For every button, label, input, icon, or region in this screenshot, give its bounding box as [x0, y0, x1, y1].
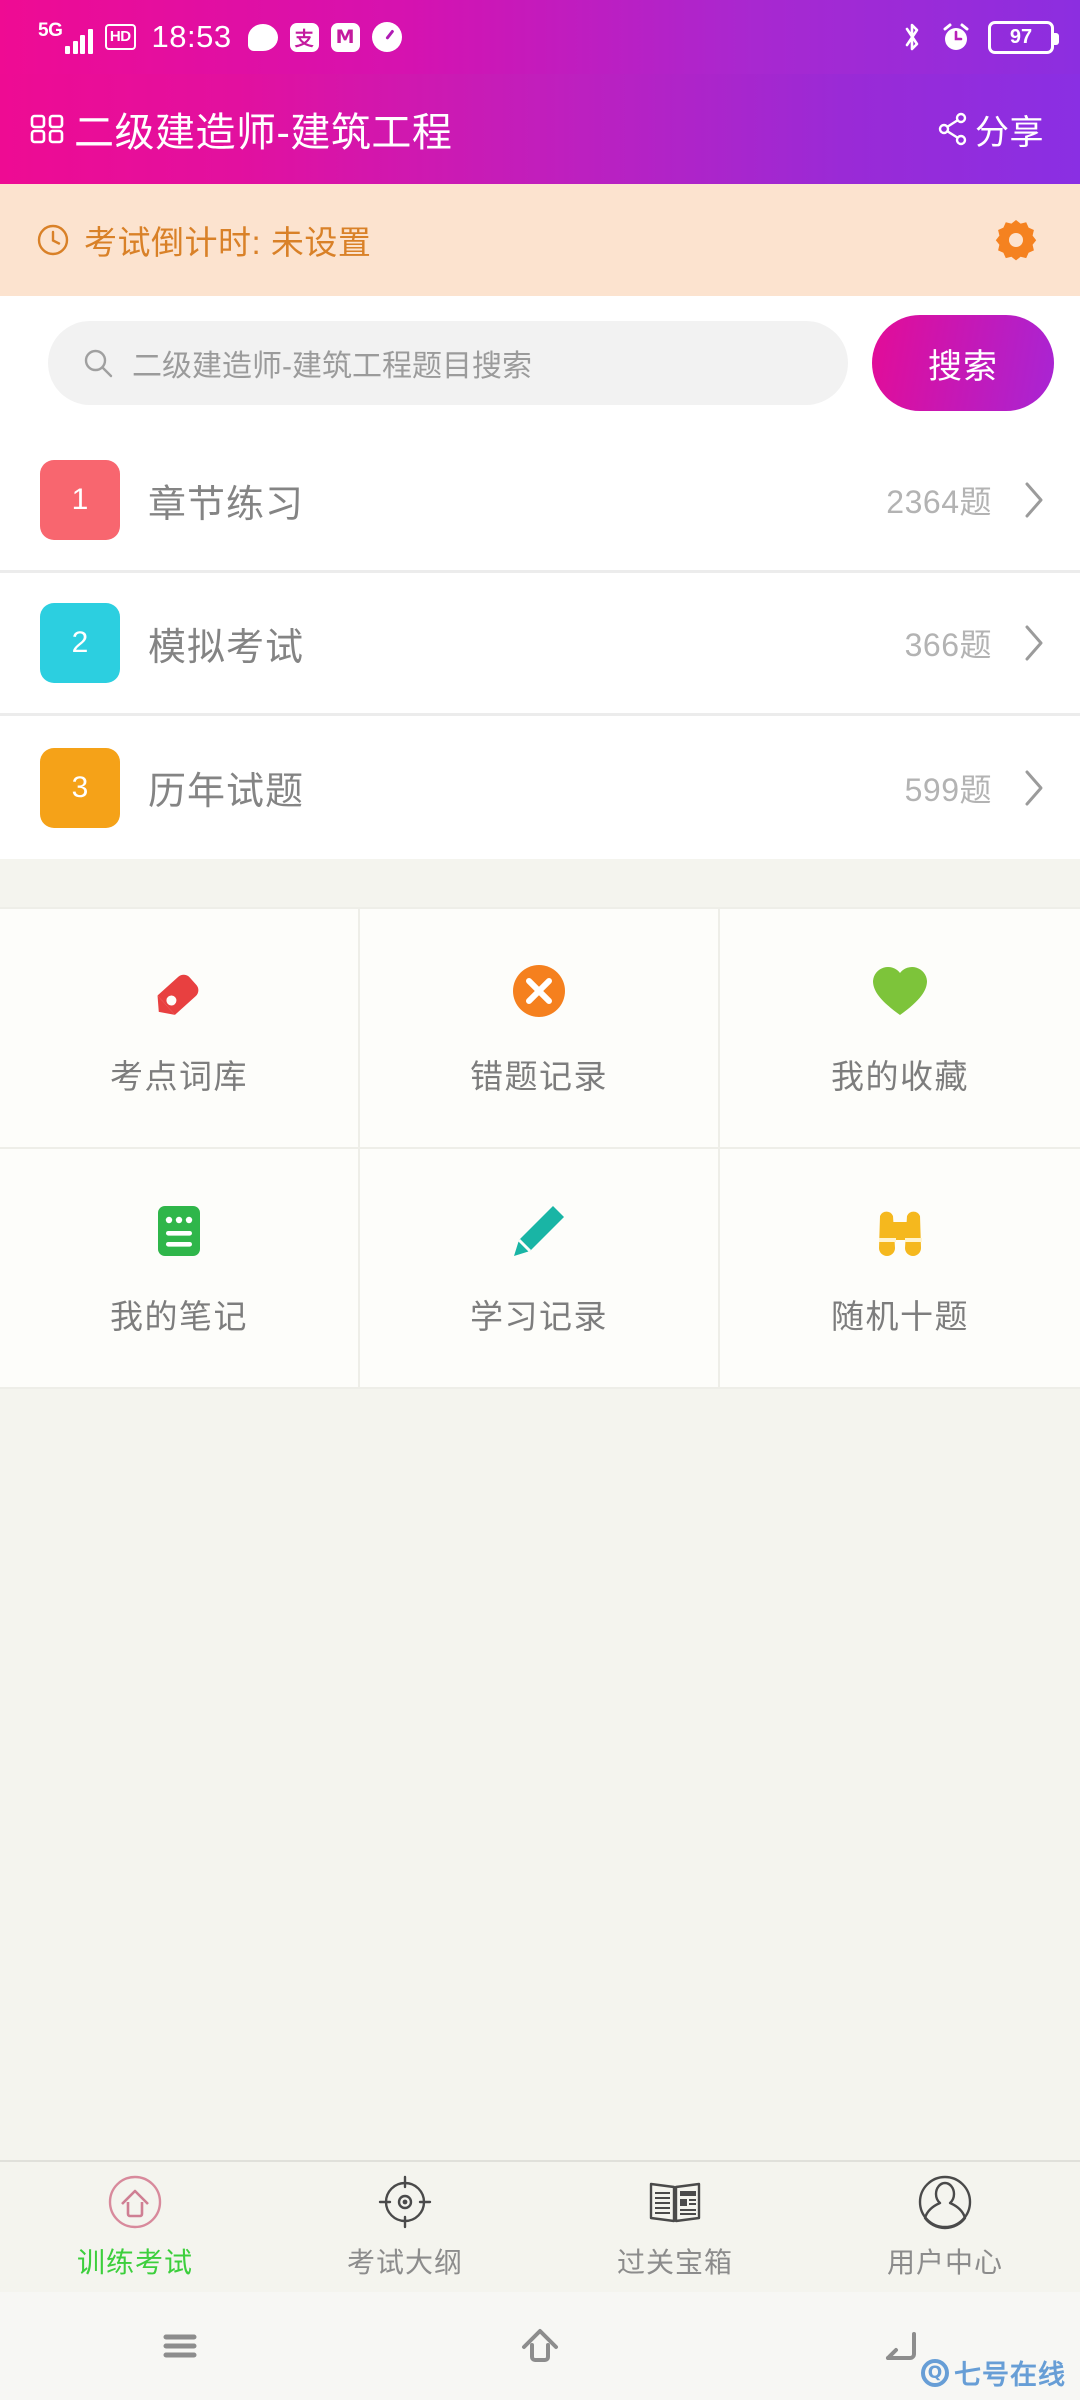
feature-label: 我的收藏: [831, 1058, 969, 1095]
tab-label: 训练考试: [76, 2247, 193, 2278]
menu-button[interactable]: [0, 2318, 360, 2374]
android-nav-bar: Q 七号在线: [0, 2292, 1080, 2400]
search-button[interactable]: 搜索: [872, 315, 1054, 411]
alarm-clock-icon: [943, 23, 969, 50]
item-number-badge: 1: [40, 460, 120, 540]
header-title-group: 二级建造师-建筑工程: [30, 100, 452, 158]
menu-item-label: 历年试题: [148, 771, 305, 813]
home-button[interactable]: [360, 2318, 720, 2374]
search-icon: [84, 349, 113, 378]
tag-icon: [146, 958, 212, 1024]
app-header: 二级建造师-建筑工程 分享: [0, 74, 1080, 184]
battery-percent-label: 97: [1009, 26, 1033, 48]
gear-icon[interactable]: [992, 216, 1040, 264]
note-icon: [146, 1198, 212, 1264]
home-circle-icon: [106, 2173, 164, 2231]
tab-pass-treasure-box[interactable]: 过关宝箱: [540, 2162, 810, 2292]
target-icon: [376, 2173, 434, 2231]
menu-item-label: 章节练习: [148, 483, 305, 526]
grid-icon: [30, 114, 64, 144]
tab-label: 用户中心: [886, 2247, 1003, 2278]
tab-user-center[interactable]: 用户中心: [810, 2162, 1080, 2292]
chevron-right-icon: [1025, 770, 1043, 805]
status-time: 18:53: [151, 19, 232, 54]
chevron-right-icon: [1025, 482, 1043, 518]
share-icon: [938, 112, 967, 146]
battery-icon: 97: [988, 20, 1059, 54]
signal-bars-icon: [65, 28, 93, 54]
pencil-icon: [506, 1198, 572, 1264]
hd-icon: HD: [104, 24, 136, 50]
alipay-icon: 支: [289, 22, 319, 52]
feature-cell-my-favorites[interactable]: 我的收藏: [720, 909, 1080, 1149]
chat-bubble-icon: [247, 23, 278, 51]
binoculars-icon: [867, 1198, 933, 1264]
speedometer-icon: [371, 22, 402, 52]
tab-label: 考试大纲: [346, 2247, 463, 2278]
menu-item-chapter-practice[interactable]: 1 章节练习 2364题: [0, 430, 1080, 573]
chevron-right-icon: [1025, 625, 1043, 661]
menu-item-mock-exam[interactable]: 2 模拟考试 366题: [0, 573, 1080, 716]
status-bar: 5G HD 18:53 支 M 97: [0, 0, 1080, 74]
feature-cell-wrong-answers[interactable]: 错题记录: [360, 909, 720, 1149]
feature-cell-random-ten[interactable]: 随机十题: [720, 1149, 1080, 1389]
watermark: Q 七号在线: [921, 2353, 1066, 2392]
clock-icon: [37, 224, 69, 256]
feature-label: 错题记录: [470, 1058, 608, 1095]
menu-item-count: 366题: [904, 627, 992, 663]
feature-cell-study-record[interactable]: 学习记录: [360, 1149, 720, 1389]
home-icon: [522, 2329, 558, 2362]
exam-countdown-banner[interactable]: 考试倒计时: 未设置: [0, 184, 1080, 296]
section-divider: [0, 859, 1080, 907]
bottom-tab-bar: 训练考试 考试大纲 过关宝箱 用户中心: [0, 2160, 1080, 2292]
meitu-icon: M: [330, 22, 360, 52]
countdown-text-group: 考试倒计时: 未设置: [36, 216, 371, 264]
bluetooth-icon: [905, 23, 919, 51]
menu-item-count: 599题: [904, 771, 992, 808]
circle-x-icon: [506, 958, 572, 1024]
practice-menu-list: 1 章节练习 2364题 2 模拟考试 366题 3 历年试题 599题: [0, 430, 1080, 859]
signal-5g-icon: 5G: [38, 20, 93, 54]
feature-label: 考点词库: [110, 1058, 248, 1095]
network-type-label: 5G: [38, 20, 63, 41]
app-root: 5G HD 18:53 支 M 97 二级建造师-建筑工程 分享 考试倒计时: …: [0, 0, 1080, 2400]
back-icon: [886, 2332, 916, 2360]
menu-item-count: 2364题: [886, 484, 992, 520]
watermark-text: 七号在线: [954, 2360, 1066, 2390]
status-bar-left: 5G HD 18:53 支 M: [38, 19, 402, 55]
feature-label: 学习记录: [470, 1298, 608, 1335]
share-button[interactable]: 分享: [938, 105, 1044, 154]
item-number-badge: 3: [40, 747, 120, 828]
tab-training-exam[interactable]: 训练考试: [0, 2162, 270, 2292]
item-number-badge: 2: [40, 603, 120, 683]
countdown-label: 考试倒计时: 未设置: [84, 224, 372, 261]
content-empty-area: [0, 1389, 1080, 2160]
feature-label: 随机十题: [831, 1298, 969, 1335]
tab-label: 过关宝箱: [616, 2247, 733, 2278]
menu-item-past-papers[interactable]: 3 历年试题 599题: [0, 716, 1080, 859]
feature-grid: 考点词库 错题记录 我的收藏 我的笔记 学习记录 随机十题: [0, 907, 1080, 1389]
user-circle-icon: [916, 2173, 974, 2231]
page-title: 二级建造师-建筑工程: [74, 111, 453, 155]
share-label: 分享: [975, 113, 1044, 152]
feature-cell-my-notes[interactable]: 我的笔记: [0, 1149, 360, 1389]
heart-icon: [867, 958, 933, 1024]
search-placeholder: 二级建造师-建筑工程题目搜索: [132, 350, 532, 383]
menu-icon: [163, 2334, 197, 2358]
tab-exam-syllabus[interactable]: 考试大纲: [270, 2162, 540, 2292]
search-input[interactable]: 二级建造师-建筑工程题目搜索: [48, 321, 848, 405]
status-bar-right: 97: [900, 20, 1059, 54]
menu-item-label: 模拟考试: [148, 626, 305, 669]
watermark-badge: Q: [921, 2358, 949, 2387]
feature-label: 我的笔记: [110, 1298, 248, 1335]
search-row: 二级建造师-建筑工程题目搜索 搜索: [0, 296, 1080, 430]
feature-cell-keyword-bank[interactable]: 考点词库: [0, 909, 360, 1149]
newspaper-icon: [646, 2173, 704, 2231]
